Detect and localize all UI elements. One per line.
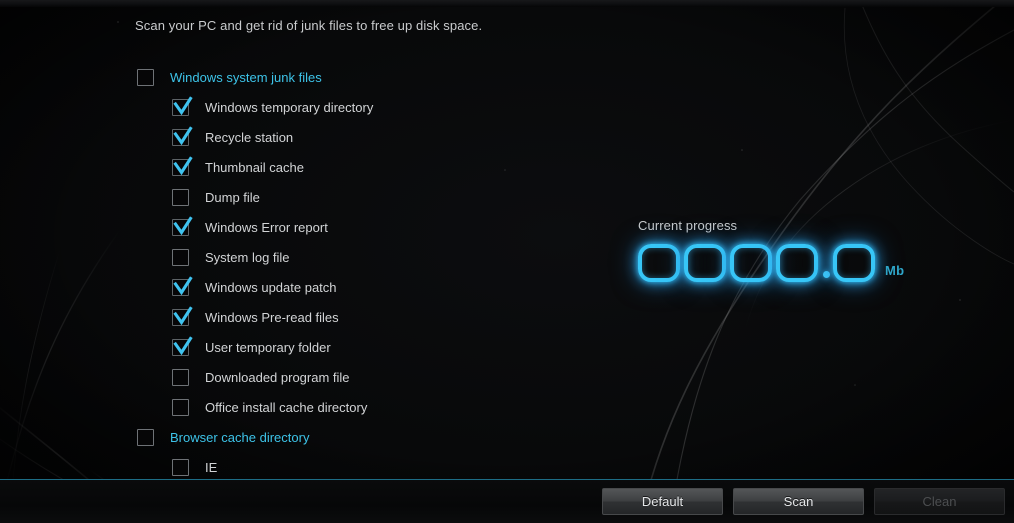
tree-row[interactable]: System log file xyxy=(0,242,560,272)
footer-bar: Default Scan Clean xyxy=(0,480,1014,523)
checkbox-unchecked[interactable] xyxy=(172,188,189,206)
junk-category-tree: Windows system junk files Windows tempora… xyxy=(0,62,560,482)
clean-button: Clean xyxy=(874,488,1005,515)
tree-row-label: Thumbnail cache xyxy=(205,159,304,175)
checkmark-icon xyxy=(173,275,193,295)
tree-row-label: Windows system junk files xyxy=(170,69,322,85)
junk-cleaner-window: Scan your PC and get rid of junk files t… xyxy=(0,0,1014,523)
progress-digit xyxy=(730,244,772,282)
tree-row-label: System log file xyxy=(205,249,290,265)
tree-row[interactable]: Windows temporary directory xyxy=(0,92,560,122)
tree-row-label: Browser cache directory xyxy=(170,429,310,445)
checkbox-unchecked[interactable] xyxy=(172,248,189,266)
progress-decimal-digit xyxy=(833,244,875,282)
tree-row[interactable]: Browser cache directory xyxy=(0,422,560,452)
tree-row[interactable]: Windows Pre-read files xyxy=(0,302,560,332)
tree-row[interactable]: Dump file xyxy=(0,182,560,212)
tree-row-label: Downloaded program file xyxy=(205,369,350,385)
tree-row[interactable]: Windows update patch xyxy=(0,272,560,302)
checkbox-checked[interactable] xyxy=(172,275,193,296)
checkbox-checked[interactable] xyxy=(172,335,193,356)
tree-row[interactable]: Windows system junk files xyxy=(0,62,560,92)
tree-row[interactable]: User temporary folder xyxy=(0,332,560,362)
tree-row-label: Windows Pre-read files xyxy=(205,309,339,325)
checkbox-checked[interactable] xyxy=(172,125,193,146)
scan-button[interactable]: Scan xyxy=(733,488,864,515)
decimal-point xyxy=(823,271,830,278)
tree-row[interactable]: Downloaded program file xyxy=(0,362,560,392)
checkmark-icon xyxy=(173,335,193,355)
tree-row-label: Dump file xyxy=(205,189,260,205)
intro-text: Scan your PC and get rid of junk files t… xyxy=(135,18,483,33)
progress-digit xyxy=(776,244,818,282)
checkmark-icon xyxy=(173,95,193,115)
tree-row-label: Windows Error report xyxy=(205,219,328,235)
checkbox-unchecked[interactable] xyxy=(172,458,189,476)
tree-row-label: Office install cache directory xyxy=(205,399,368,415)
checkmark-icon xyxy=(173,155,193,175)
progress-unit-label: Mb xyxy=(885,263,905,278)
checkbox-unchecked[interactable] xyxy=(172,368,189,386)
progress-digit xyxy=(684,244,726,282)
progress-digit xyxy=(638,244,680,282)
tree-row-label: Windows temporary directory xyxy=(205,99,374,115)
current-progress-label: Current progress xyxy=(638,218,738,233)
progress-digit-display: Mb xyxy=(638,244,904,282)
checkbox-checked[interactable] xyxy=(172,215,193,236)
tree-row[interactable]: IE xyxy=(0,452,560,482)
tree-row-label: IE xyxy=(205,459,218,475)
checkbox-checked[interactable] xyxy=(172,155,193,176)
tree-row-label: Recycle station xyxy=(205,129,294,145)
tree-row[interactable]: Thumbnail cache xyxy=(0,152,560,182)
checkmark-icon xyxy=(173,305,193,325)
tree-row[interactable]: Windows Error report xyxy=(0,212,560,242)
checkbox-checked[interactable] xyxy=(172,95,193,116)
tree-row-label: User temporary folder xyxy=(205,339,331,355)
checkbox-unchecked[interactable] xyxy=(172,398,189,416)
current-progress-panel: Current progress Mb xyxy=(638,218,904,282)
tree-row[interactable]: Office install cache directory xyxy=(0,392,560,422)
window-top-edge xyxy=(0,0,1014,7)
footer-button-group: Default Scan Clean xyxy=(602,488,1005,515)
checkmark-icon xyxy=(173,125,193,145)
tree-row[interactable]: Recycle station xyxy=(0,122,560,152)
checkbox-checked[interactable] xyxy=(172,305,193,326)
checkmark-icon xyxy=(173,215,193,235)
main-content: Scan your PC and get rid of junk files t… xyxy=(0,0,1014,479)
default-button[interactable]: Default xyxy=(602,488,723,515)
tree-row-label: Windows update patch xyxy=(205,279,337,295)
checkbox-unchecked[interactable] xyxy=(137,68,154,86)
checkbox-unchecked[interactable] xyxy=(137,428,154,446)
